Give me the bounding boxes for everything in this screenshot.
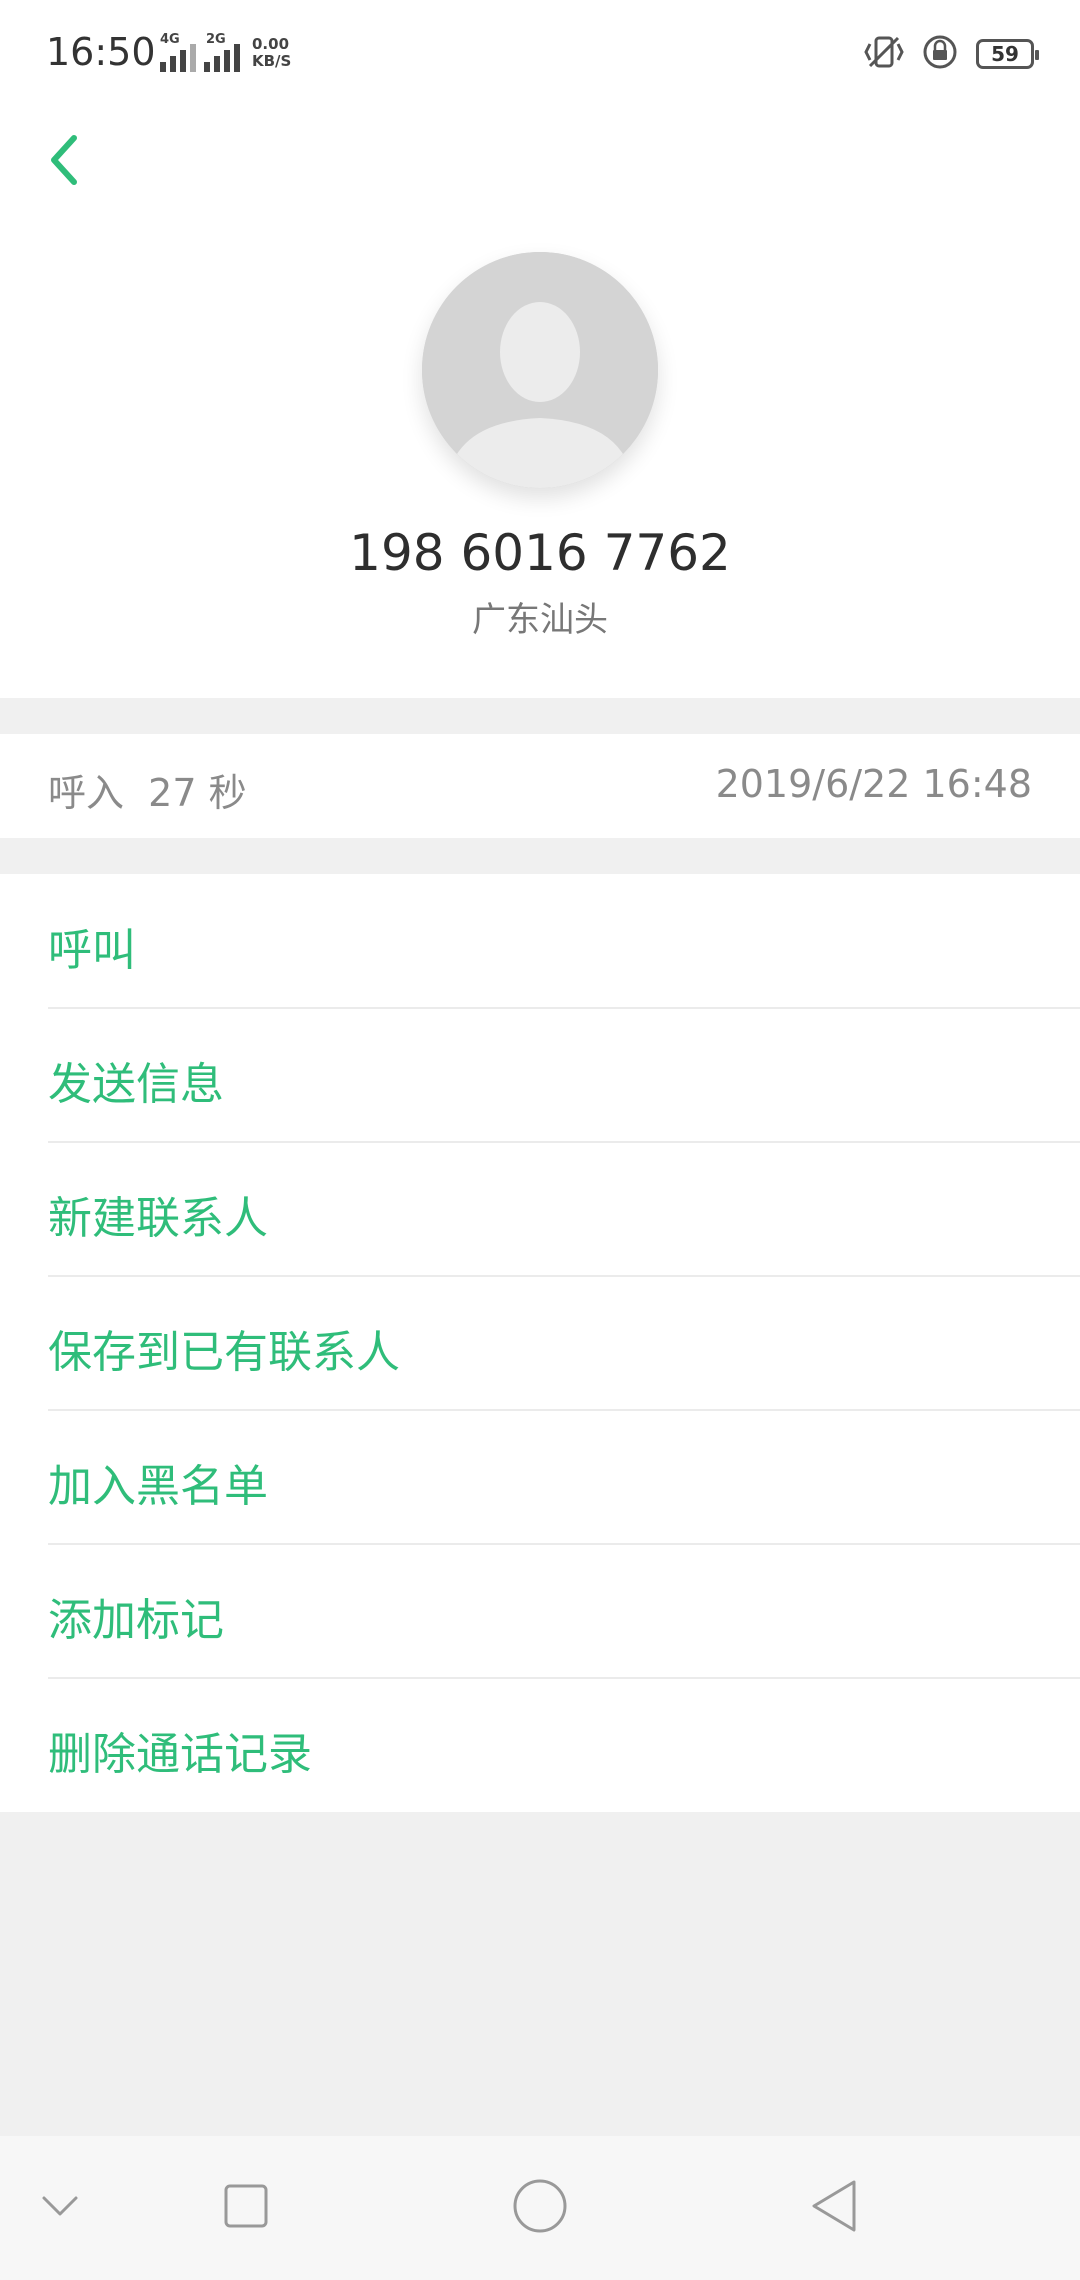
action-label: 新建联系人 bbox=[48, 1193, 268, 1244]
square-icon bbox=[222, 2182, 270, 2234]
nav-home-button[interactable] bbox=[490, 2158, 590, 2258]
network-type-label: 2G bbox=[206, 32, 226, 47]
triangle-back-icon bbox=[808, 2178, 860, 2238]
action-label: 发送信息 bbox=[48, 1059, 224, 1110]
lock-icon bbox=[922, 34, 958, 74]
default-avatar-icon bbox=[422, 252, 658, 488]
call-datetime: 2019/6/22 16:48 bbox=[715, 762, 1032, 806]
contact-header: 198 6016 7762 广东汕头 bbox=[0, 110, 1080, 698]
vibrate-icon bbox=[864, 34, 904, 74]
signal-strength-icon: 4G bbox=[140, 32, 196, 72]
call-button[interactable]: 呼叫 bbox=[0, 874, 1080, 1008]
action-label: 呼叫 bbox=[48, 925, 136, 976]
action-list: 呼叫 发送信息 新建联系人 保存到已有联系人 加入黑名单 添加标记 删除通话记录 bbox=[0, 874, 1080, 1812]
new-contact-button[interactable]: 新建联系人 bbox=[0, 1142, 1080, 1276]
signal-strength-icon: 2G bbox=[204, 32, 240, 72]
chevron-left-icon bbox=[46, 132, 82, 192]
phone-location: 广东汕头 bbox=[472, 600, 608, 640]
add-to-blacklist-button[interactable]: 加入黑名单 bbox=[0, 1410, 1080, 1544]
phone-number: 198 6016 7762 bbox=[349, 524, 731, 582]
network-type-label: 4G bbox=[160, 32, 180, 47]
delete-call-log-button[interactable]: 删除通话记录 bbox=[0, 1678, 1080, 1812]
navigation-bar bbox=[0, 2136, 1080, 2280]
battery-indicator: 59 bbox=[976, 39, 1039, 69]
chevron-down-icon bbox=[40, 2194, 80, 2222]
send-message-button[interactable]: 发送信息 bbox=[0, 1008, 1080, 1142]
save-to-existing-contact-button[interactable]: 保存到已有联系人 bbox=[0, 1276, 1080, 1410]
action-label: 删除通话记录 bbox=[48, 1729, 312, 1780]
nav-collapse-button[interactable] bbox=[10, 2158, 110, 2258]
action-label: 添加标记 bbox=[48, 1595, 224, 1646]
action-label: 加入黑名单 bbox=[48, 1461, 268, 1512]
status-bar: 16:50 4G 2G 0.00 KB/S 59 bbox=[0, 0, 1080, 110]
call-log-entry: 呼入 27 秒 2019/6/22 16:48 bbox=[0, 734, 1080, 838]
back-button[interactable] bbox=[36, 122, 92, 202]
add-tag-button[interactable]: 添加标记 bbox=[0, 1544, 1080, 1678]
nav-back-button[interactable] bbox=[784, 2158, 884, 2258]
avatar bbox=[422, 252, 658, 488]
nav-recents-button[interactable] bbox=[196, 2158, 296, 2258]
network-speed: 0.00 KB/S bbox=[252, 35, 292, 70]
circle-icon bbox=[512, 2178, 568, 2238]
call-type-duration: 呼入 27 秒 bbox=[48, 771, 247, 815]
action-label: 保存到已有联系人 bbox=[48, 1327, 400, 1378]
